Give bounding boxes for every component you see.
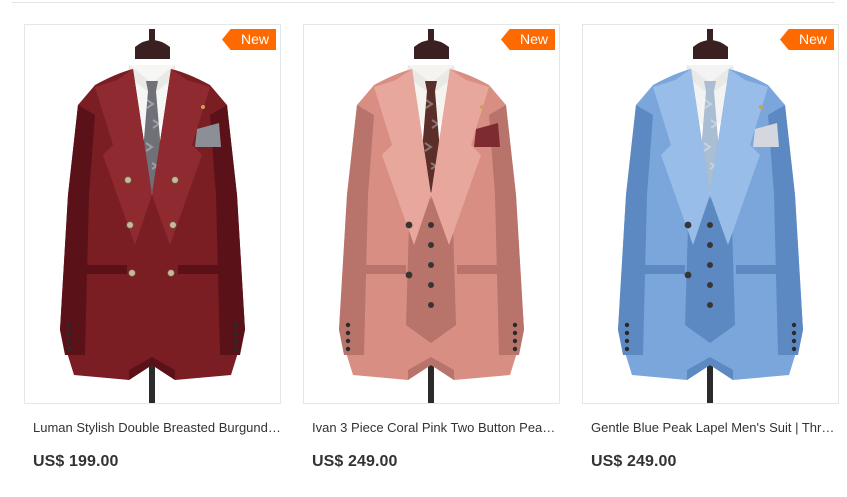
suit-illustration [60,29,245,403]
product-card[interactable]: New Gentle Blue Peak Lapel Men's Suit | … [582,24,839,471]
product-price: US$ 199.00 [33,453,119,470]
product-title[interactable]: Gentle Blue Peak Lapel Men's Suit | Thre… [582,420,839,436]
product-price: US$ 249.00 [312,453,398,470]
new-badge: New [222,29,276,50]
product-image[interactable]: New [24,24,281,404]
product-grid: New Luman Stylish Double Breasted Burgun… [24,24,839,471]
new-badge: New [780,29,834,50]
product-image[interactable]: New [303,24,560,404]
suit-illustration [339,29,524,403]
top-divider [12,2,835,3]
product-image[interactable]: New [582,24,839,404]
product-card[interactable]: New Ivan 3 Piece Coral Pink Two Button P… [303,24,560,471]
product-title[interactable]: Ivan 3 Piece Coral Pink Two Button Peak … [303,420,560,436]
product-price: US$ 249.00 [591,453,677,470]
product-card[interactable]: New Luman Stylish Double Breasted Burgun… [24,24,281,471]
suit-illustration [618,29,803,403]
new-badge: New [501,29,555,50]
product-title[interactable]: Luman Stylish Double Breasted Burgundy P… [24,420,281,436]
